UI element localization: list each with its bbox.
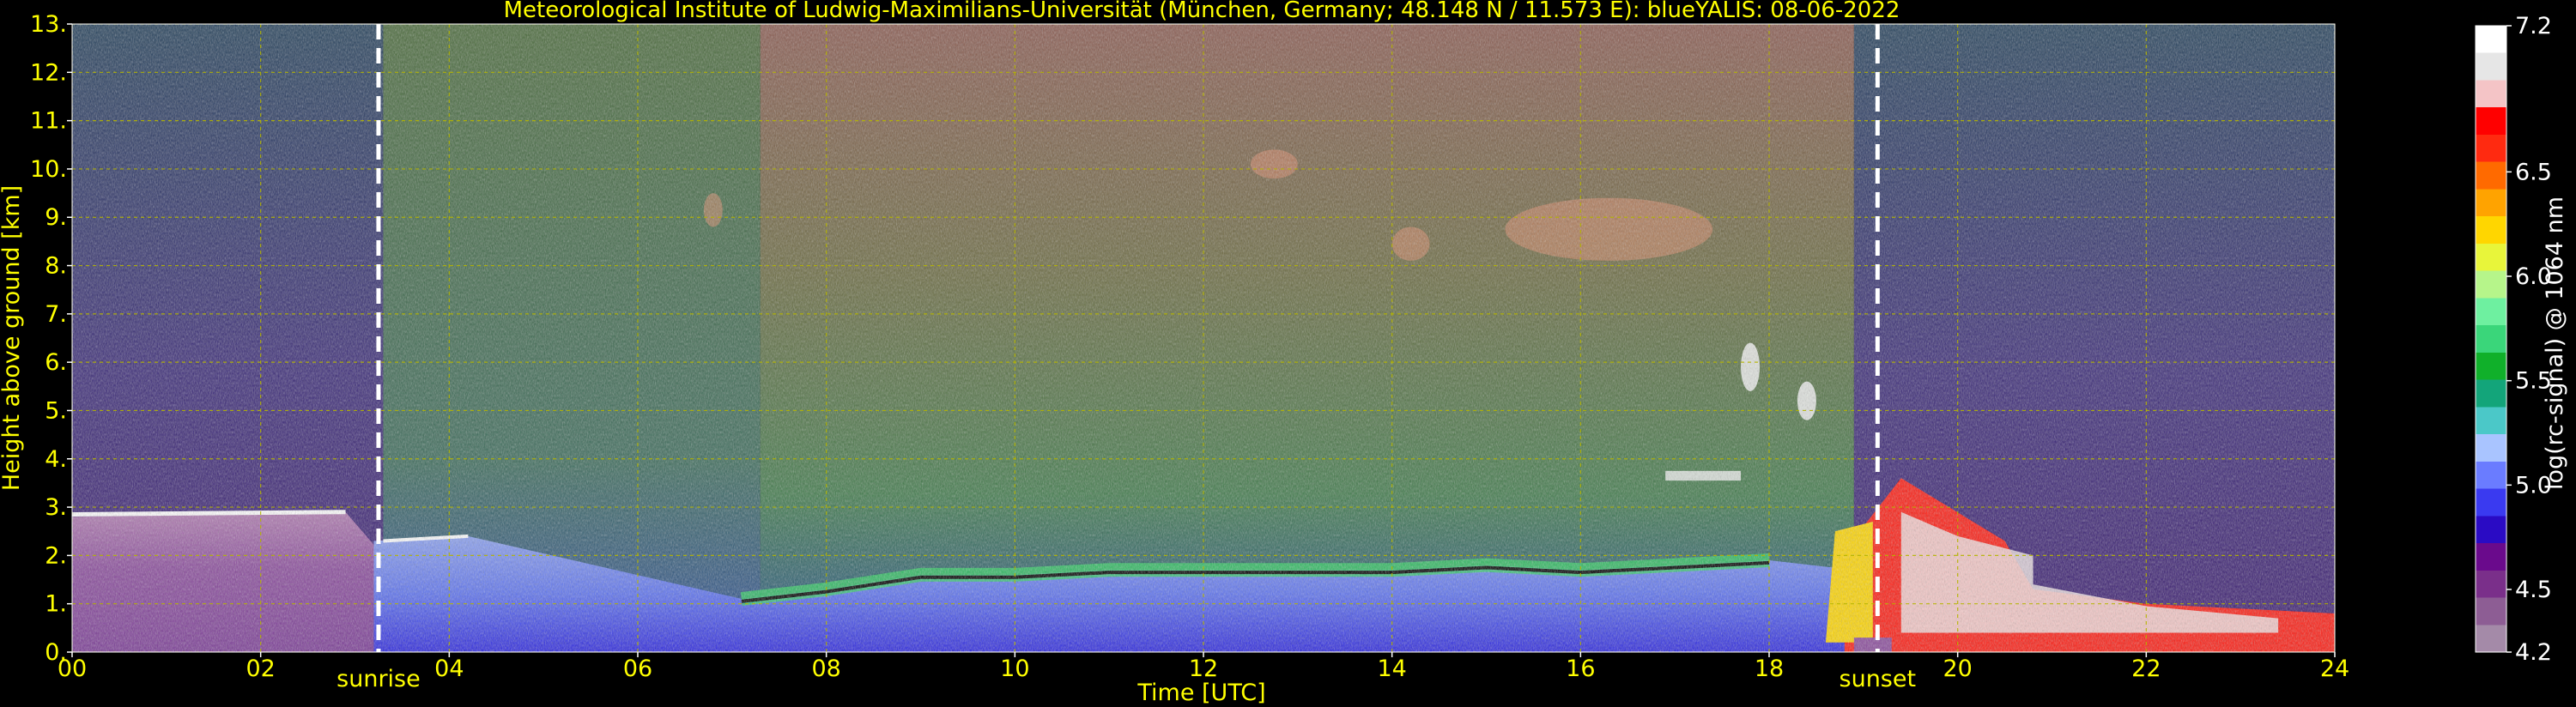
x-tick-label: 04 [434,656,464,682]
x-tick-label: 20 [1943,656,1972,682]
sun-marker-label: sunrise [336,666,421,692]
sun-marker-label: sunset [1840,666,1917,692]
x-tick-label: 10 [1000,656,1029,682]
x-tick-label: 08 [811,656,840,682]
y-tick-label: 0. [45,639,67,666]
x-tick-label: 06 [623,656,652,682]
x-tick-label: 24 [2320,656,2349,682]
sun-marker-labels: sunrise sunset [336,666,1916,692]
y-tick-label: 8. [45,253,67,280]
y-tick-label: 7. [45,301,67,328]
colorbar-tick-label: 7.2 [2515,13,2552,39]
y-tick-label: 11. [30,108,67,135]
y-axis-label: Height above ground [km] [0,185,25,491]
x-axis-label: Time [UTC] [1136,680,1265,706]
colorbar: 4.24.55.05.56.06.57.2 log(rc-signal) @ 1… [2475,13,2568,666]
x-tick-label: 12 [1189,656,1218,682]
y-tick-label: 3. [45,494,67,521]
colorbar-label: log(rc-signal) @ 1064 nm [2542,196,2568,490]
colorbar-tick-label: 4.2 [2515,639,2552,666]
colorbar-tick-label: 6.5 [2515,159,2552,185]
y-axis-ticks: 0. 1. 2. 3. 4. 5. 6. 7. 8. 9. 10. 11. 12. 13. [30,11,72,666]
signal-noise-texture [72,24,2335,652]
x-tick-label: 02 [245,656,275,682]
x-tick-label: 18 [1755,656,1784,682]
lidar-chart: 00 02 04 06 08 10 12 14 16 18 20 22 24 0.1.2.3.4.5.6… [0,0,2568,706]
y-tick-label: 9. [45,204,67,231]
x-tick-label: 14 [1377,656,1406,682]
colorbar-tick-label: 4.5 [2515,577,2552,603]
x-tick-label: 22 [2131,656,2161,682]
y-tick-label: 6. [45,349,67,376]
y-tick-label: 10. [30,156,67,183]
y-tick-label: 2. [45,542,67,569]
y-tick-label: 5. [45,397,67,424]
y-tick-label: 4. [45,446,67,473]
plot-area [72,24,2335,652]
x-tick-label: 16 [1566,656,1595,682]
chart-title: Meteorological Institute of Ludwig-Maxim… [504,0,1900,23]
y-tick-label: 13. [30,11,67,38]
colorbar-gradient [2475,25,2507,653]
y-tick-label: 1. [45,591,67,618]
y-tick-label: 12. [30,59,67,86]
